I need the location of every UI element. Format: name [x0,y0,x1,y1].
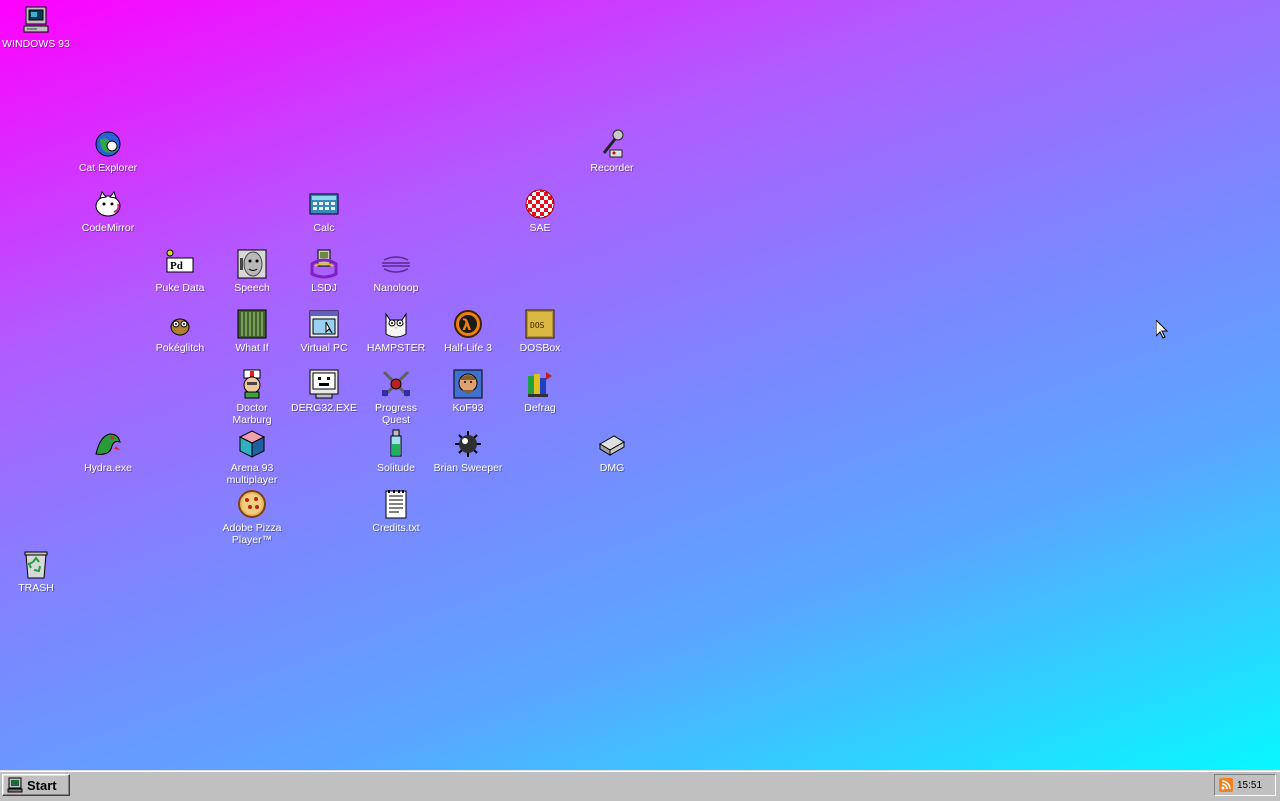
lambda-icon: λ [452,308,484,340]
grid-panel-icon [236,308,268,340]
calculator-icon [308,188,340,220]
glitch-creature-icon [164,308,196,340]
svg-text:Pd: Pd [170,260,183,272]
desktop-icon-trash[interactable]: TRASH [0,548,72,594]
desktop-icon-label: WINDOWS 93 [2,38,70,50]
pd-icon: Pd [164,248,196,280]
desktop-icon-doctor-marburg[interactable]: Doctor Marburg [216,368,288,426]
cat-icon [92,188,124,220]
desktop-icon-label: Recorder [590,162,634,174]
window-icon [308,308,340,340]
desktop-icon-label: Solitude [377,462,415,474]
desktop-icon-label: Hydra.exe [84,462,132,474]
owl-icon [380,308,412,340]
desktop-icon-puke-data[interactable]: Pd Puke Data [144,248,216,294]
desktop-icon-cat-explorer[interactable]: Cat Explorer [72,128,144,174]
desktop-icon-label: TRASH [18,582,54,594]
desktop-icon-hydra[interactable]: Hydra.exe [72,428,144,474]
desktop-icon-label: Pokéglitch [155,342,205,354]
rss-icon[interactable] [1219,778,1233,792]
desktop-icon-hampster[interactable]: HAMPSTER [360,308,432,354]
desktop-icon-label: What If [235,342,269,354]
text-file-icon [380,488,412,520]
face-icon [236,248,268,280]
desktop-icon-kof93[interactable]: KoF93 [432,368,504,414]
cube-icon [236,428,268,460]
gameboy-icon [308,248,340,280]
recycle-bin-icon [20,548,52,580]
checkered-ball-icon [524,188,556,220]
desktop-icon-nanoloop[interactable]: Nanoloop [360,248,432,294]
desktop-icon-recorder[interactable]: Recorder [576,128,648,174]
desktop-icon-codemirror[interactable]: CodeMirror [72,188,144,234]
pizza-icon [236,488,268,520]
desktop-icon-label: Puke Data [155,282,205,294]
desktop-icon-label: LSDJ [311,282,337,294]
desktop-icon-virtual-pc[interactable]: Virtual PC [288,308,360,354]
desktop-icon-lsdj[interactable]: LSDJ [288,248,360,294]
desktop-icon-label: SAE [529,222,551,234]
desktop-icon-dosbox[interactable]: DOS DOSBox [504,308,576,354]
desktop-icon-label: Cat Explorer [78,162,138,174]
desktop: WINDOWS 93 Cat Explorer Recorder CodeMir… [0,0,1280,770]
desktop-icon-calc[interactable]: Calc [288,188,360,234]
disk-drive-icon [596,428,628,460]
crossed-swords-icon [380,368,412,400]
desktop-icon-progress-quest[interactable]: Progress Quest [360,368,432,426]
mine-icon [452,428,484,460]
desktop-icon-label: Nanoloop [373,282,419,294]
system-tray: 15:51 [1214,774,1276,796]
dragon-icon [92,428,124,460]
desktop-icon-label: Progress Quest [374,402,417,426]
doctor-icon [236,368,268,400]
desktop-icon-label: Defrag [524,402,556,414]
desktop-icon-credits[interactable]: Credits.txt [360,488,432,534]
monitor-face-icon [308,368,340,400]
defrag-icon [524,368,556,400]
desktop-icon-label: Half-Life 3 [444,342,492,354]
desktop-icon-defrag[interactable]: Defrag [504,368,576,414]
desktop-icon-label: DMG [599,462,625,474]
mouse-cursor-icon [1156,320,1168,339]
svg-text:λ: λ [462,316,472,334]
clock: 15:51 [1237,779,1263,791]
desktop-icon-pokeglitch[interactable]: Pokéglitch [144,308,216,354]
desktop-icon-brian-sweeper[interactable]: Brian Sweeper [432,428,504,474]
microphone-icon [596,128,628,160]
desktop-icon-solitude[interactable]: Solitude [360,428,432,474]
fighter-portrait-icon [452,368,484,400]
desktop-icon-label: Virtual PC [300,342,348,354]
desktop-icon-arena93[interactable]: Arena 93 multiplayer [216,428,288,486]
desktop-icon-label: Doctor Marburg [232,402,272,426]
desktop-icon-what-if[interactable]: What If [216,308,288,354]
taskbar: Start 15:51 [0,770,1280,801]
desktop-icon-dmg[interactable]: DMG [576,428,648,474]
desktop-icon-speech[interactable]: Speech [216,248,288,294]
desktop-icon-label: Calc [313,222,335,234]
start-button[interactable]: Start [2,774,70,796]
waves-icon [380,248,412,280]
desktop-icon-label: Brian Sweeper [433,462,503,474]
start-logo-icon [7,777,23,793]
dosbox-icon: DOS [524,308,556,340]
svg-text:DOS: DOS [530,321,545,330]
desktop-icon-derg32[interactable]: DERG32.EXE [288,368,360,414]
computer-icon [20,4,52,36]
desktop-icon-label: HAMPSTER [366,342,426,354]
desktop-icon-label: Adobe Pizza Player™ [222,522,282,546]
bottle-icon [380,428,412,460]
globe-cat-icon [92,128,124,160]
desktop-icon-label: Speech [234,282,270,294]
desktop-icon-label: DOSBox [519,342,561,354]
desktop-icon-label: DERG32.EXE [291,402,357,414]
desktop-icon-label: CodeMirror [81,222,135,234]
desktop-icon-half-life-3[interactable]: λ Half-Life 3 [432,308,504,354]
desktop-icon-sae[interactable]: SAE [504,188,576,234]
desktop-icon-windows93[interactable]: WINDOWS 93 [0,4,72,50]
start-label: Start [27,777,57,793]
desktop-icon-adobe-pizza[interactable]: Adobe Pizza Player™ [216,488,288,546]
desktop-icon-label: KoF93 [452,402,484,414]
desktop-icon-label: Credits.txt [372,522,420,534]
desktop-icon-label: Arena 93 multiplayer [226,462,278,486]
